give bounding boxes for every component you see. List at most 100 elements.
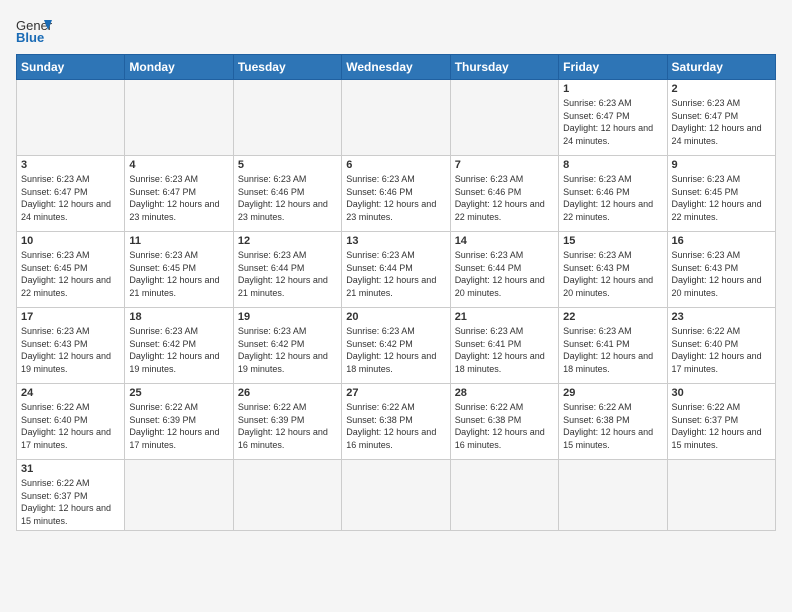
day-number: 12 (238, 235, 337, 247)
calendar-day-cell: 8 Sunrise: 6:23 AM Sunset: 6:46 PM Daylig… (559, 156, 667, 232)
day-info: Sunrise: 6:22 AM Sunset: 6:39 PM Dayligh… (238, 401, 337, 451)
weekday-header-wednesday: Wednesday (342, 55, 450, 80)
calendar-week-row: 31 Sunrise: 6:22 AM Sunset: 6:37 PM Dayli… (17, 460, 776, 531)
day-info: Sunrise: 6:23 AM Sunset: 6:46 PM Dayligh… (238, 173, 337, 223)
calendar-table: SundayMondayTuesdayWednesdayThursdayFrid… (16, 54, 776, 531)
day-number: 19 (238, 311, 337, 323)
calendar-day-cell: 10 Sunrise: 6:23 AM Sunset: 6:45 PM Dayli… (17, 232, 125, 308)
calendar-day-cell: 14 Sunrise: 6:23 AM Sunset: 6:44 PM Dayli… (450, 232, 558, 308)
day-number: 18 (129, 311, 228, 323)
calendar-day-cell: 1Sunrise: 6:23 AM Sunset: 6:47 PM Daylig… (559, 80, 667, 156)
calendar-day-cell (667, 460, 775, 531)
calendar-day-cell: 24Sunrise: 6:22 AM Sunset: 6:40 PM Dayli… (17, 384, 125, 460)
day-info: Sunrise: 6:23 AM Sunset: 6:42 PM Dayligh… (346, 325, 445, 375)
calendar-day-cell: 3 Sunrise: 6:23 AM Sunset: 6:47 PM Daylig… (17, 156, 125, 232)
day-number: 6 (346, 159, 445, 171)
calendar-day-cell: 9Sunrise: 6:23 AM Sunset: 6:45 PM Daylig… (667, 156, 775, 232)
calendar-week-row: 17 Sunrise: 6:23 AM Sunset: 6:43 PM Dayli… (17, 308, 776, 384)
calendar-week-row: 24Sunrise: 6:22 AM Sunset: 6:40 PM Dayli… (17, 384, 776, 460)
calendar-day-cell: 28Sunrise: 6:22 AM Sunset: 6:38 PM Dayli… (450, 384, 558, 460)
day-info: Sunrise: 6:23 AM Sunset: 6:43 PM Dayligh… (672, 249, 771, 299)
calendar-day-cell: 7 Sunrise: 6:23 AM Sunset: 6:46 PM Daylig… (450, 156, 558, 232)
day-number: 2 (672, 83, 771, 95)
day-info: Sunrise: 6:22 AM Sunset: 6:37 PM Dayligh… (21, 477, 120, 527)
calendar-day-cell: 2Sunrise: 6:23 AM Sunset: 6:47 PM Daylig… (667, 80, 775, 156)
day-info: Sunrise: 6:22 AM Sunset: 6:38 PM Dayligh… (346, 401, 445, 451)
day-info: Sunrise: 6:22 AM Sunset: 6:40 PM Dayligh… (21, 401, 120, 451)
day-info: Sunrise: 6:23 AM Sunset: 6:47 PM Dayligh… (129, 173, 228, 223)
day-info: Sunrise: 6:23 AM Sunset: 6:47 PM Dayligh… (563, 97, 662, 147)
day-number: 8 (563, 159, 662, 171)
day-info: Sunrise: 6:23 AM Sunset: 6:42 PM Dayligh… (129, 325, 228, 375)
day-number: 3 (21, 159, 120, 171)
day-number: 11 (129, 235, 228, 247)
weekday-header-saturday: Saturday (667, 55, 775, 80)
day-info: Sunrise: 6:23 AM Sunset: 6:41 PM Dayligh… (455, 325, 554, 375)
day-info: Sunrise: 6:23 AM Sunset: 6:46 PM Dayligh… (455, 173, 554, 223)
day-info: Sunrise: 6:23 AM Sunset: 6:44 PM Dayligh… (455, 249, 554, 299)
day-info: Sunrise: 6:23 AM Sunset: 6:47 PM Dayligh… (21, 173, 120, 223)
day-info: Sunrise: 6:23 AM Sunset: 6:44 PM Dayligh… (238, 249, 337, 299)
calendar-day-cell (342, 460, 450, 531)
day-number: 7 (455, 159, 554, 171)
calendar-day-cell (233, 460, 341, 531)
calendar-week-row: 1Sunrise: 6:23 AM Sunset: 6:47 PM Daylig… (17, 80, 776, 156)
day-info: Sunrise: 6:22 AM Sunset: 6:38 PM Dayligh… (563, 401, 662, 451)
calendar-day-cell: 12 Sunrise: 6:23 AM Sunset: 6:44 PM Dayli… (233, 232, 341, 308)
calendar-day-cell (125, 460, 233, 531)
calendar-week-row: 3 Sunrise: 6:23 AM Sunset: 6:47 PM Daylig… (17, 156, 776, 232)
calendar-week-row: 10 Sunrise: 6:23 AM Sunset: 6:45 PM Dayli… (17, 232, 776, 308)
header: General Blue (16, 16, 776, 44)
calendar-day-cell (450, 80, 558, 156)
day-number: 21 (455, 311, 554, 323)
weekday-header-monday: Monday (125, 55, 233, 80)
calendar-day-cell: 4Sunrise: 6:23 AM Sunset: 6:47 PM Daylig… (125, 156, 233, 232)
day-number: 31 (21, 463, 120, 475)
calendar-day-cell: 5 Sunrise: 6:23 AM Sunset: 6:46 PM Daylig… (233, 156, 341, 232)
day-info: Sunrise: 6:23 AM Sunset: 6:45 PM Dayligh… (21, 249, 120, 299)
calendar-day-cell: 25Sunrise: 6:22 AM Sunset: 6:39 PM Dayli… (125, 384, 233, 460)
calendar-day-cell (342, 80, 450, 156)
calendar-day-cell (17, 80, 125, 156)
logo: General Blue (16, 16, 52, 44)
calendar-day-cell: 11 Sunrise: 6:23 AM Sunset: 6:45 PM Dayli… (125, 232, 233, 308)
calendar-day-cell: 13 Sunrise: 6:23 AM Sunset: 6:44 PM Dayli… (342, 232, 450, 308)
weekday-header-sunday: Sunday (17, 55, 125, 80)
day-info: Sunrise: 6:23 AM Sunset: 6:43 PM Dayligh… (21, 325, 120, 375)
calendar-day-cell: 16Sunrise: 6:23 AM Sunset: 6:43 PM Dayli… (667, 232, 775, 308)
day-info: Sunrise: 6:22 AM Sunset: 6:40 PM Dayligh… (672, 325, 771, 375)
calendar-day-cell: 31 Sunrise: 6:22 AM Sunset: 6:37 PM Dayli… (17, 460, 125, 531)
day-number: 13 (346, 235, 445, 247)
day-info: Sunrise: 6:22 AM Sunset: 6:37 PM Dayligh… (672, 401, 771, 451)
calendar-day-cell: 27 Sunrise: 6:22 AM Sunset: 6:38 PM Dayli… (342, 384, 450, 460)
day-number: 14 (455, 235, 554, 247)
calendar-day-cell (125, 80, 233, 156)
day-number: 27 (346, 387, 445, 399)
day-number: 25 (129, 387, 228, 399)
calendar-day-cell: 19Sunrise: 6:23 AM Sunset: 6:42 PM Dayli… (233, 308, 341, 384)
day-info: Sunrise: 6:23 AM Sunset: 6:43 PM Dayligh… (563, 249, 662, 299)
calendar-day-cell: 15 Sunrise: 6:23 AM Sunset: 6:43 PM Dayli… (559, 232, 667, 308)
day-number: 20 (346, 311, 445, 323)
day-info: Sunrise: 6:23 AM Sunset: 6:46 PM Dayligh… (346, 173, 445, 223)
day-number: 26 (238, 387, 337, 399)
day-info: Sunrise: 6:23 AM Sunset: 6:41 PM Dayligh… (563, 325, 662, 375)
page: General Blue SundayMondayTuesdayWednesda… (0, 0, 792, 612)
day-number: 5 (238, 159, 337, 171)
calendar-day-cell (233, 80, 341, 156)
day-info: Sunrise: 6:23 AM Sunset: 6:44 PM Dayligh… (346, 249, 445, 299)
day-info: Sunrise: 6:23 AM Sunset: 6:46 PM Dayligh… (563, 173, 662, 223)
calendar-day-cell: 30Sunrise: 6:22 AM Sunset: 6:37 PM Dayli… (667, 384, 775, 460)
day-info: Sunrise: 6:23 AM Sunset: 6:45 PM Dayligh… (129, 249, 228, 299)
weekday-header-friday: Friday (559, 55, 667, 80)
weekday-header-thursday: Thursday (450, 55, 558, 80)
svg-text:Blue: Blue (16, 30, 44, 44)
calendar-day-cell: 17 Sunrise: 6:23 AM Sunset: 6:43 PM Dayli… (17, 308, 125, 384)
day-info: Sunrise: 6:22 AM Sunset: 6:38 PM Dayligh… (455, 401, 554, 451)
calendar-day-cell: 20 Sunrise: 6:23 AM Sunset: 6:42 PM Dayli… (342, 308, 450, 384)
day-number: 10 (21, 235, 120, 247)
day-number: 17 (21, 311, 120, 323)
day-number: 23 (672, 311, 771, 323)
day-number: 15 (563, 235, 662, 247)
day-number: 22 (563, 311, 662, 323)
